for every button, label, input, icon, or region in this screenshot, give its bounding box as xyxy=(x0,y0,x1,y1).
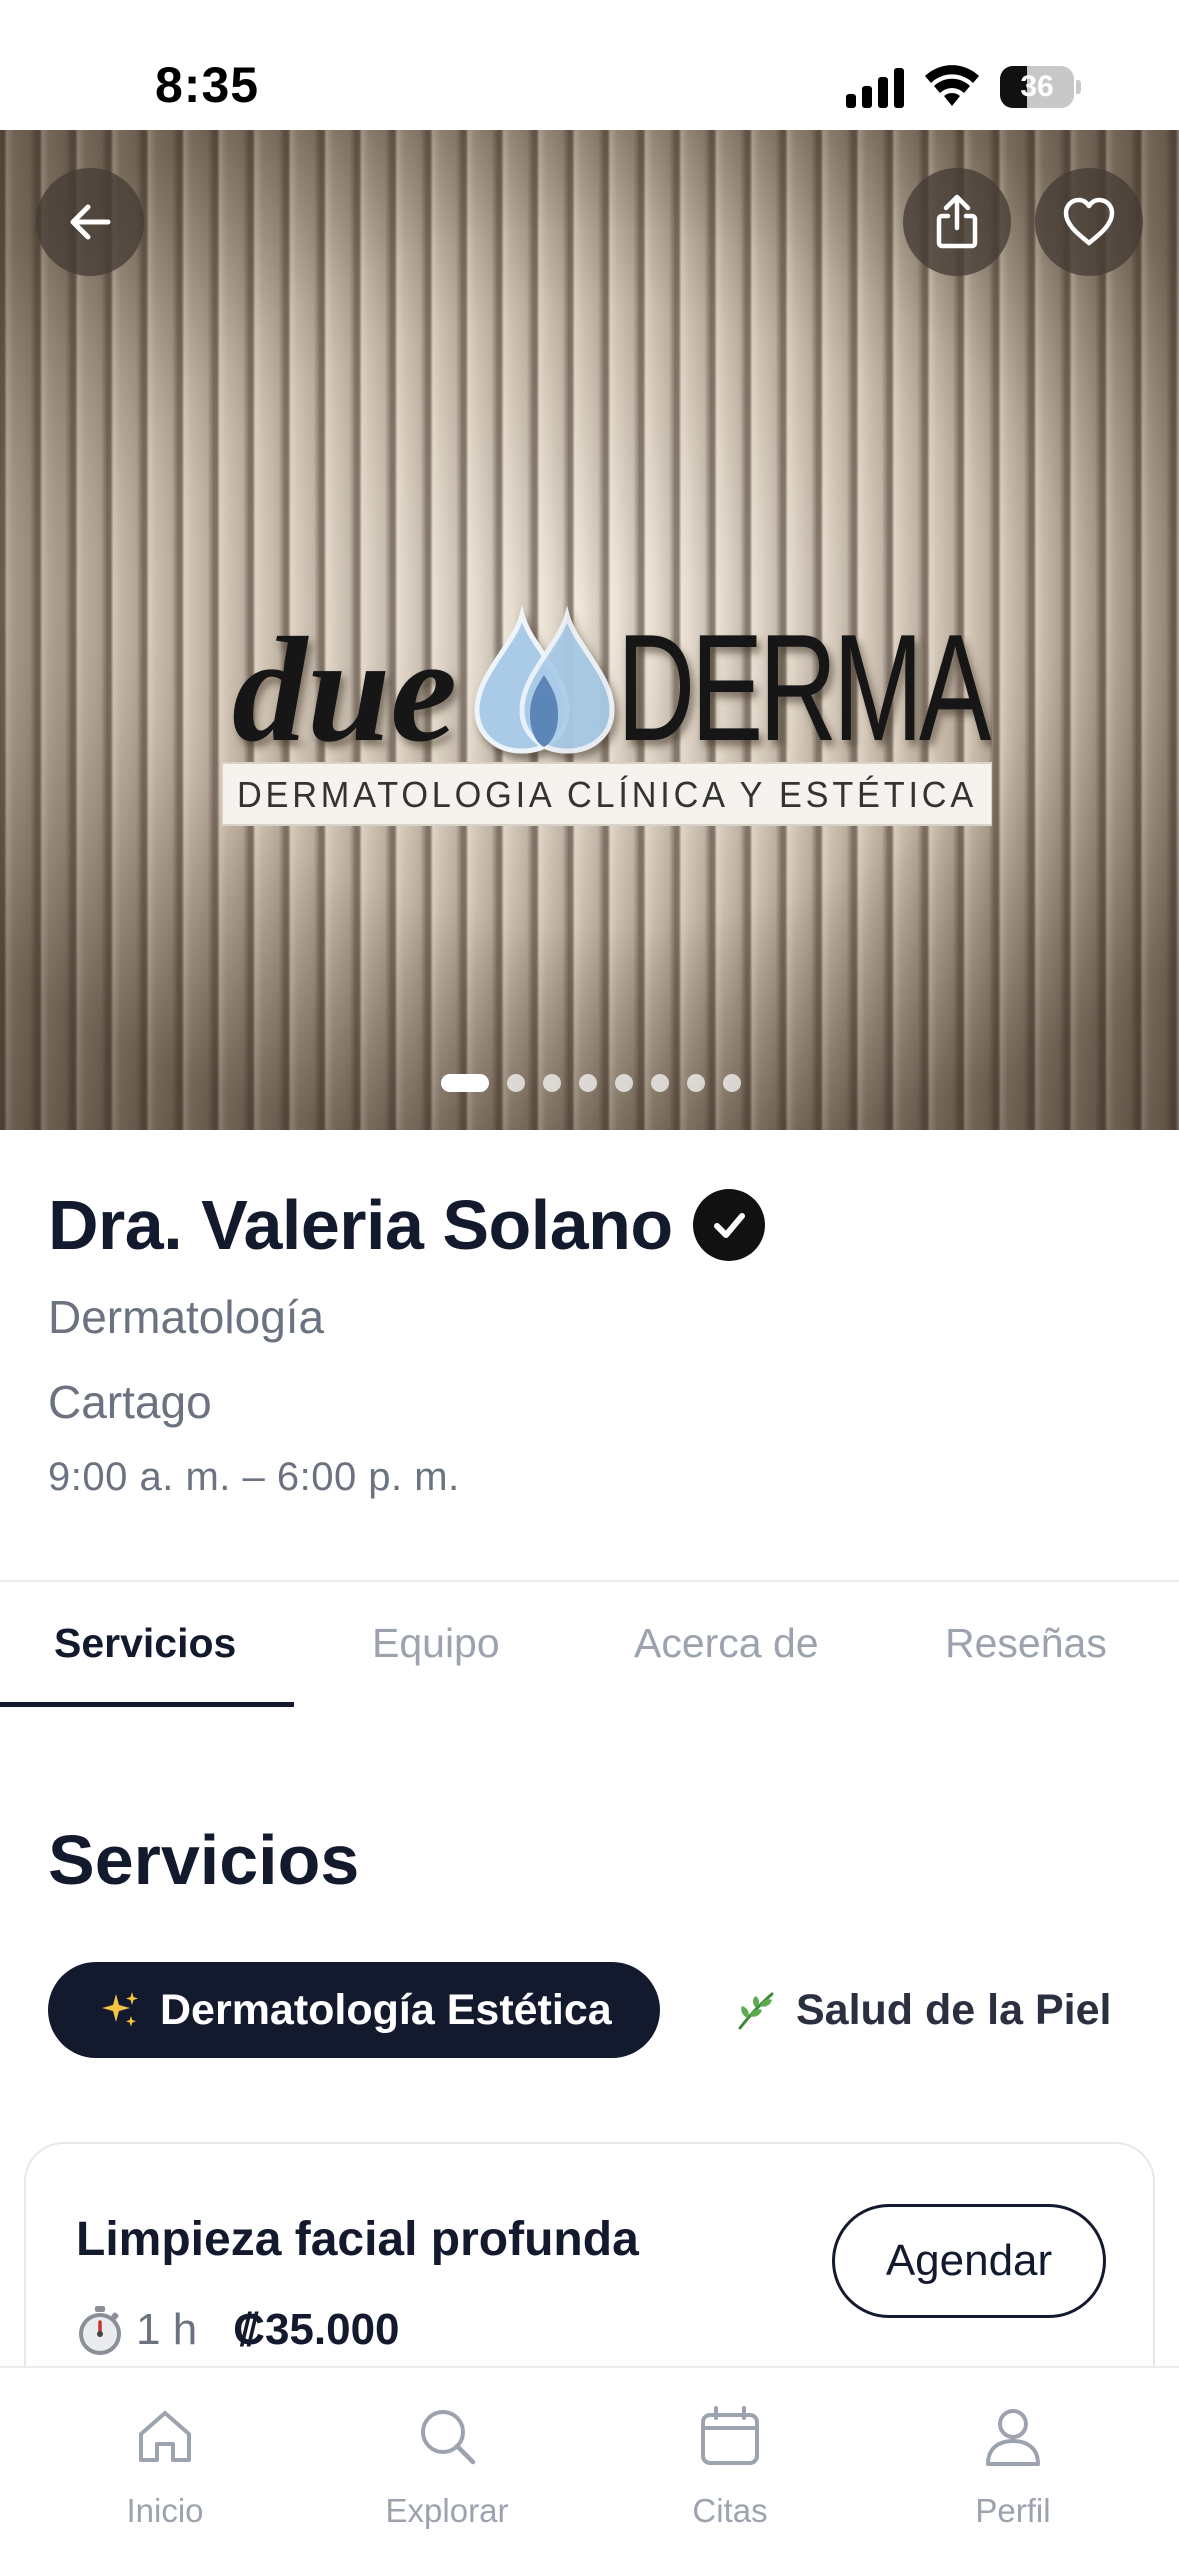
clinic-logo: due DERMA DERMATOLOGIA CLÍNICA Y ESTÉTIC… xyxy=(222,603,992,826)
category-chip-label: Dermatología Estética xyxy=(160,1985,612,2034)
category-chip-salud-de-la-piel[interactable]: Salud de la Piel xyxy=(734,1962,1111,2058)
book-button[interactable]: Agendar xyxy=(832,2204,1106,2318)
user-icon xyxy=(986,2409,1040,2466)
battery-indicator: 36 xyxy=(1000,66,1081,108)
section-title: Servicios xyxy=(48,1821,360,1899)
carousel-dot-active[interactable] xyxy=(441,1074,489,1092)
logo-subtitle: DERMATOLOGIA CLÍNICA Y ESTÉTICA xyxy=(237,774,977,815)
profile-header: Dra. Valeria Solano xyxy=(48,1185,765,1265)
divider xyxy=(0,1580,1179,1582)
favorite-button[interactable] xyxy=(1035,168,1143,276)
nav-item-explorar[interactable]: Explorar xyxy=(347,2368,547,2556)
logo-wordmark-due: due xyxy=(232,607,457,773)
hero-image-carousel[interactable]: due DERMA DERMATOLOGIA CLÍNICA Y ESTÉTIC… xyxy=(0,130,1179,1130)
arrow-left-icon xyxy=(70,204,111,240)
status-bar: 8:35 36 xyxy=(0,0,1179,130)
nav-label: Explorar xyxy=(385,2492,509,2529)
carousel-dot[interactable] xyxy=(507,1074,525,1092)
carousel-dot[interactable] xyxy=(579,1074,597,1092)
bottom-navigation: Inicio Explorar Citas Perfil xyxy=(0,2366,1179,2556)
herb-icon xyxy=(738,1992,774,2030)
cellular-signal-icon xyxy=(846,68,904,108)
tab-resenas[interactable]: Reseñas xyxy=(945,1620,1107,1667)
carousel-dot[interactable] xyxy=(651,1074,669,1092)
doctor-name: Dra. Valeria Solano xyxy=(48,1186,673,1264)
nav-item-perfil[interactable]: Perfil xyxy=(913,2368,1113,2556)
carousel-dot[interactable] xyxy=(615,1074,633,1092)
checkmark-icon xyxy=(713,1213,745,1238)
search-icon xyxy=(421,2410,476,2465)
specialty: Dermatología xyxy=(48,1291,325,1343)
nav-item-citas[interactable]: Citas xyxy=(630,2368,830,2556)
nav-label: Citas xyxy=(692,2492,768,2529)
wifi-icon xyxy=(925,65,979,106)
service-meta: 1 h ₡35.000 xyxy=(76,2304,400,2356)
active-tab-indicator xyxy=(0,1702,294,1707)
heart-icon xyxy=(1063,197,1115,246)
stopwatch-icon xyxy=(79,2306,121,2355)
tab-servicios[interactable]: Servicios xyxy=(54,1620,236,1667)
calendar-icon xyxy=(701,2406,759,2465)
carousel-indicator[interactable] xyxy=(0,1074,1179,1094)
share-button[interactable] xyxy=(903,168,1011,276)
share-icon xyxy=(936,194,978,249)
service-duration: 1 h xyxy=(136,2305,198,2354)
nav-item-inicio[interactable]: Inicio xyxy=(65,2368,265,2556)
battery-percentage: 36 xyxy=(1020,70,1054,103)
location: Cartago xyxy=(48,1376,212,1428)
opening-hours: 9:00 a. m. – 6:00 p. m. xyxy=(48,1455,460,1499)
service-name: Limpieza facial profunda xyxy=(76,2213,639,2266)
nav-label: Inicio xyxy=(126,2492,204,2529)
sparkles-icon xyxy=(102,1992,138,2027)
tab-acerca-de[interactable]: Acerca de xyxy=(634,1620,819,1667)
carousel-dot[interactable] xyxy=(723,1074,741,1092)
carousel-dot[interactable] xyxy=(543,1074,561,1092)
tab-equipo[interactable]: Equipo xyxy=(372,1620,500,1667)
category-chip-dermatologia-estetica[interactable]: Dermatología Estética xyxy=(48,1962,660,2058)
verified-badge xyxy=(692,1189,765,1261)
category-chip-label: Salud de la Piel xyxy=(796,1985,1112,2034)
service-price: ₡35.000 xyxy=(233,2305,400,2354)
back-button[interactable] xyxy=(36,168,144,276)
carousel-dot[interactable] xyxy=(687,1074,705,1092)
nav-label: Perfil xyxy=(975,2492,1051,2529)
status-time: 8:35 xyxy=(155,57,260,113)
home-icon xyxy=(139,2411,191,2462)
logo-wordmark-derma: DERMA xyxy=(617,603,992,773)
